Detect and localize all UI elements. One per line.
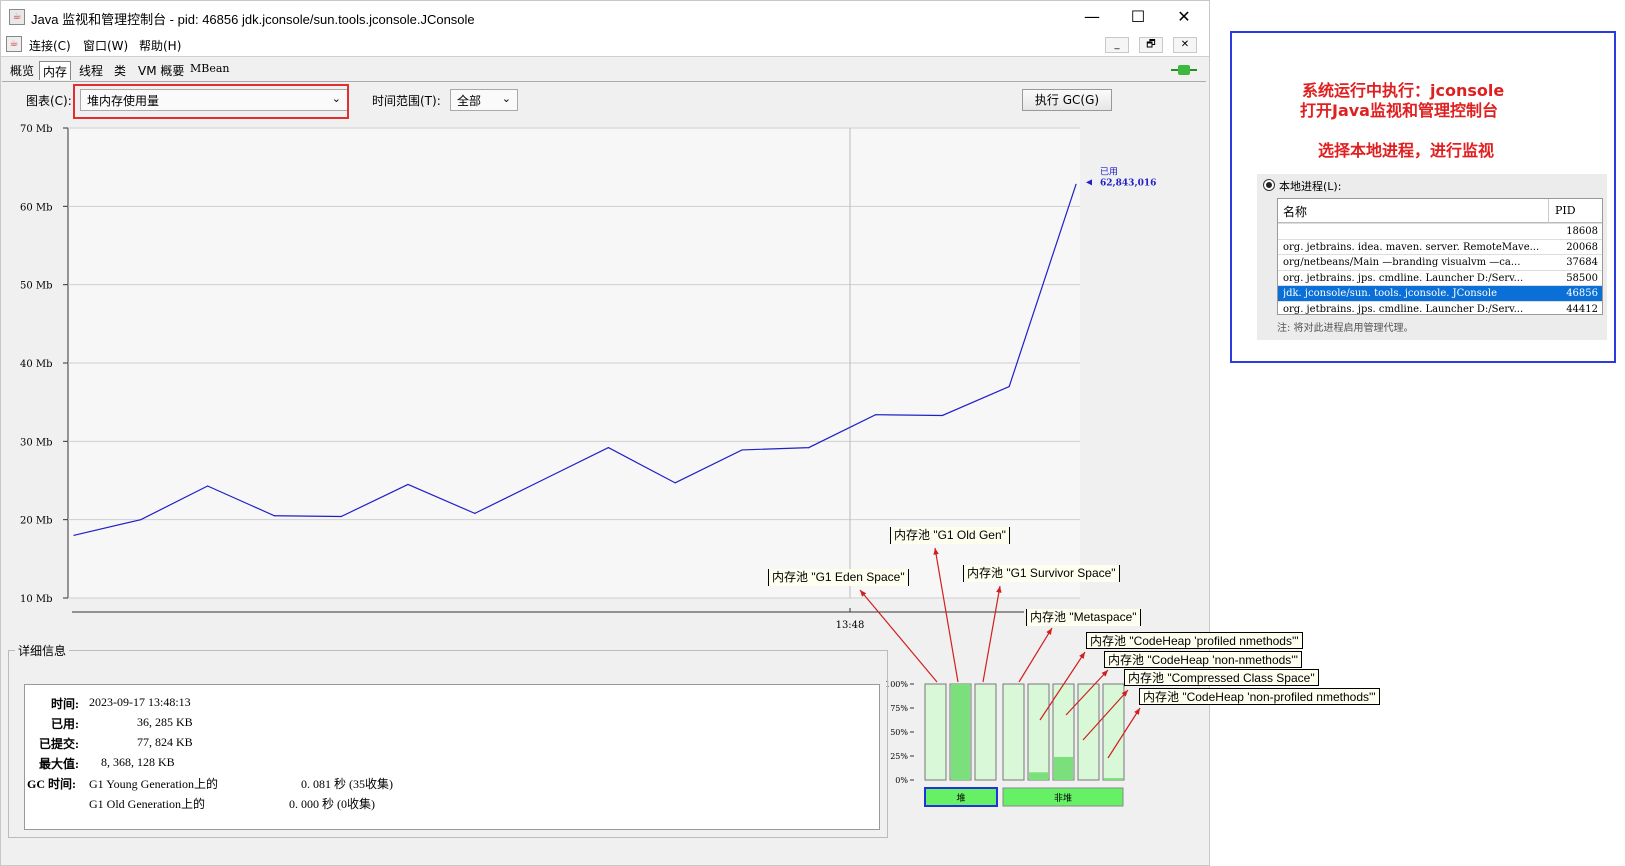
column-divider (1548, 199, 1549, 223)
memory-pool-annotation: 内存池 "G1 Eden Space" (768, 569, 909, 586)
committed-value: 77, 824 KB (137, 735, 193, 749)
process-row[interactable]: 18608 (1278, 223, 1602, 239)
memory-pool-annotation: 内存池 "CodeHeap 'non-profiled nmethods'" (1139, 688, 1380, 705)
range-label: 时间范围(T): (372, 94, 441, 108)
max-label: 最大值: (39, 757, 79, 771)
time-value: 2023-09-17 13:48:13 (89, 695, 191, 709)
local-process-radio[interactable] (1263, 179, 1275, 191)
instruction-line-2: 打开Java监视和管理控制台 (1300, 101, 1498, 120)
maximize-button[interactable]: ☐ (1115, 1, 1161, 33)
mdi-close-button[interactable]: ✕ (1173, 37, 1197, 53)
local-process-label: 本地进程(L): (1279, 180, 1342, 193)
java-app-icon: ☕ (9, 9, 25, 25)
connection-status-icon (1171, 65, 1197, 75)
used-value: 36, 285 KB (137, 715, 193, 729)
details-legend: 详细信息 (15, 642, 70, 659)
time-label: 时间: (51, 697, 79, 711)
gc-young-name: G1 Young Generation上的 (89, 777, 218, 791)
gc-old-name: G1 Old Generation上的 (89, 797, 205, 811)
committed-label: 已提交: (39, 737, 79, 751)
chevron-down-icon: ⌄ (501, 92, 511, 105)
range-select-value: 全部 (457, 94, 482, 108)
process-row[interactable]: org. jetbrains. jps. cmdline. Launcher D… (1278, 269, 1602, 286)
col-name-header[interactable]: 名称 (1283, 203, 1307, 220)
tab-vm-summary[interactable]: VM 概要 (135, 61, 187, 80)
chart-label: 图表(C): (26, 94, 72, 108)
process-row[interactable]: org. jetbrains. idea. maven. server. Rem… (1278, 238, 1602, 255)
range-select[interactable]: 全部 ⌄ (450, 89, 518, 111)
tab-memory[interactable]: 内存 (39, 61, 72, 80)
java-menu-icon[interactable]: ☕ (6, 36, 22, 52)
memory-pool-annotation: 内存池 "CodeHeap 'profiled nmethods'" (1086, 632, 1303, 649)
details-box: 时间: 2023-09-17 13:48:13 已用: 36, 285 KB 已… (24, 684, 880, 830)
title-bar: ☕ Java 监视和管理控制台 - pid: 46856 jdk.jconsol… (1, 1, 1209, 33)
tutorial-panel: 系统运行中执行：jconsole 打开Java监视和管理控制台 选择本地进程，进… (1230, 31, 1616, 363)
memory-pool-annotation: 内存池 "G1 Old Gen" (890, 527, 1010, 544)
process-row[interactable]: org. jetbrains. jps. cmdline. Launcher D… (1278, 300, 1602, 317)
minimize-button[interactable]: — (1069, 1, 1115, 33)
menu-bar: ☕ 连接(C) 窗口(W) 帮助(H) _ 🗗 ✕ (1, 33, 1209, 57)
window-title: Java 监视和管理控制台 - pid: 46856 jdk.jconsole/… (31, 12, 475, 27)
used-label: 已用: (51, 717, 79, 731)
tab-bar: 概览 内存 线程 类 VM 概要 MBean (1, 58, 1209, 82)
perform-gc-button[interactable]: 执行 GC(G) (1022, 89, 1112, 111)
tab-mbean[interactable]: MBean (187, 61, 233, 80)
process-pid: 44412 (1566, 303, 1598, 315)
process-name: org. jetbrains. jps. cmdline. Launcher D… (1283, 303, 1524, 315)
instruction-line-3: 选择本地进程，进行监视 (1318, 141, 1495, 160)
table-header: 名称 PID (1278, 199, 1602, 223)
col-pid-header[interactable]: PID (1555, 204, 1576, 217)
gc-young-value: 0. 081 秒 (35收集) (301, 777, 393, 791)
memory-pool-annotation: 内存池 "Compressed Class Space" (1124, 669, 1319, 686)
gc-time-label: GC 时间: (27, 777, 76, 791)
process-table: 名称 PID 18608 org. jetbrains. idea. maven.… (1277, 198, 1603, 315)
menu-help[interactable]: 帮助(H) (139, 37, 181, 54)
menu-connection[interactable]: 连接(C) (29, 37, 71, 54)
tab-overview[interactable]: 概览 (7, 61, 37, 80)
radio-dot-icon (1266, 182, 1272, 188)
gc-old-value: 0. 000 秒 (0收集) (289, 797, 375, 811)
mdi-minimize-button[interactable]: _ (1105, 37, 1129, 53)
chart-select-highlight (73, 84, 349, 119)
process-row[interactable]: org/netbeans/Main —branding visualvm —ca… (1278, 254, 1602, 270)
close-button[interactable]: ✕ (1161, 1, 1207, 33)
process-row[interactable]: jdk. jconsole/sun. tools. jconsole. JCon… (1278, 285, 1602, 301)
memory-pool-annotation: 内存池 "Metaspace" (1026, 609, 1141, 626)
tab-classes[interactable]: 类 (111, 61, 129, 80)
mdi-restore-button[interactable]: 🗗 (1139, 37, 1163, 53)
local-process-panel: 本地进程(L): 名称 PID 18608 org. jetbrains. ide… (1257, 174, 1607, 340)
tab-threads[interactable]: 线程 (76, 61, 106, 80)
note-text: 注: 将对此进程启用管理代理。 (1277, 323, 1414, 334)
memory-pool-annotation: 内存池 "G1 Survivor Space" (963, 565, 1120, 582)
memory-pool-annotation: 内存池 "CodeHeap 'non-nmethods'" (1104, 651, 1302, 668)
menu-window[interactable]: 窗口(W) (83, 37, 128, 54)
max-value: 8, 368, 128 KB (101, 755, 175, 769)
